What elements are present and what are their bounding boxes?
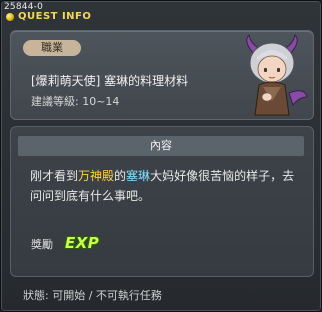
recommended-level: 建議等級: 10~14 xyxy=(31,95,120,108)
reward-label: 獎勵 xyxy=(31,238,53,251)
window-title: QUEST INFO xyxy=(18,11,92,22)
npc-portrait xyxy=(246,33,308,116)
exp-reward-icon[interactable]: EXP xyxy=(65,234,99,252)
quest-bulb-icon xyxy=(6,13,14,21)
quest-info-window: 25844-0 QUEST INFO 職業 [爆莉萌天使] 塞琳的料理材料 建議… xyxy=(0,0,322,312)
quest-name: [爆莉萌天使] 塞琳的料理材料 xyxy=(31,74,189,88)
npc-highlight: 塞琳 xyxy=(126,169,151,183)
location-highlight: 万神殿 xyxy=(78,169,115,183)
quest-status: 狀態: 可開始 / 不可執行任務 xyxy=(23,289,162,302)
desc-text: 刚才看到 xyxy=(30,169,79,183)
desc-text: 的 xyxy=(114,169,127,183)
quest-content-panel: 內容 刚才看到万神殿的塞琳大妈好像很苦恼的样子，去问问到底有什么事吧。 獎勵 E… xyxy=(10,126,314,277)
quest-summary-panel: 職業 [爆莉萌天使] 塞琳的料理材料 建議等級: 10~14 xyxy=(10,30,314,120)
content-section-header: 內容 xyxy=(18,136,304,156)
quest-description: 刚才看到万神殿的塞琳大妈好像很苦恼的样子，去问问到底有什么事吧。 xyxy=(30,166,305,206)
job-badge: 職業 xyxy=(23,40,81,56)
title-bar[interactable]: QUEST INFO xyxy=(3,11,123,24)
